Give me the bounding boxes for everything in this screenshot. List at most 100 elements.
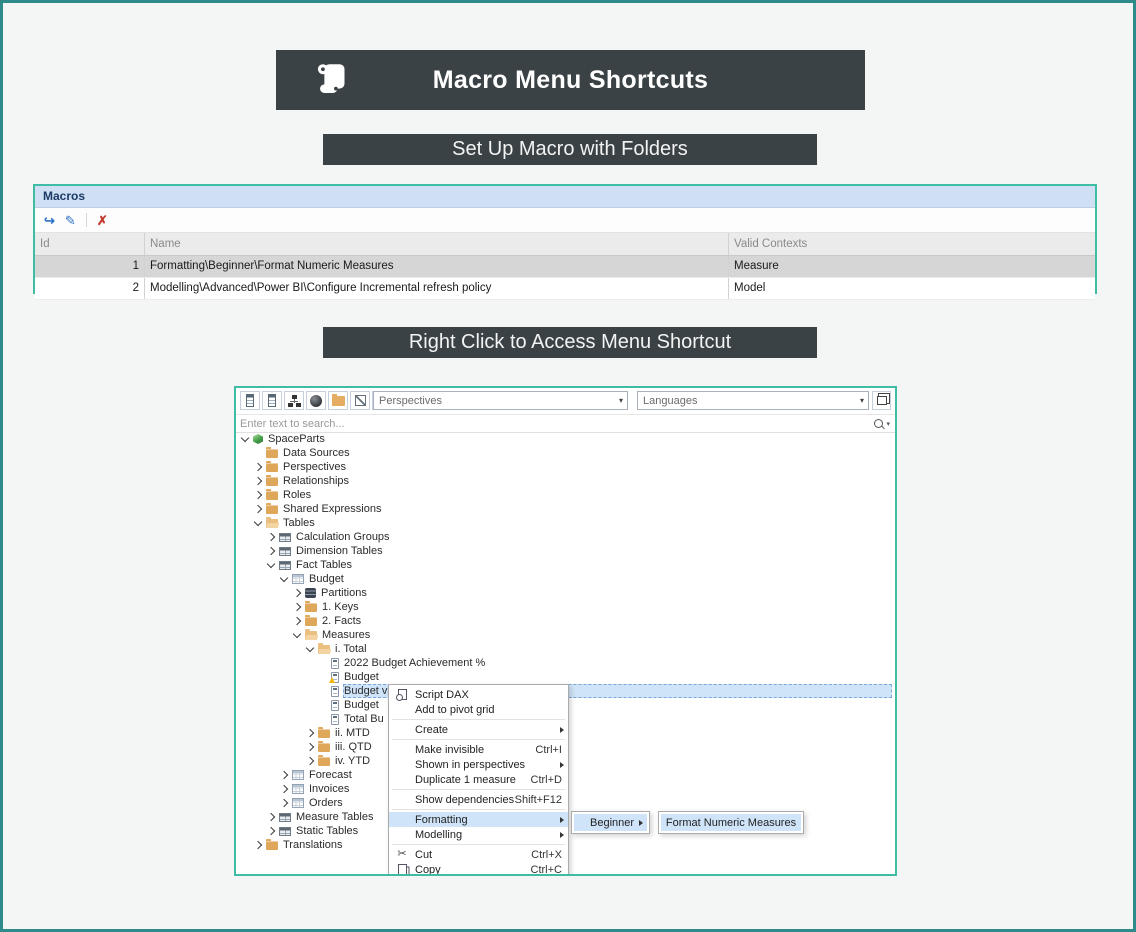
menu-item-copy[interactable]: CopyCtrl+C: [389, 862, 568, 876]
tree-item[interactable]: Partitions: [236, 586, 895, 600]
tree-item[interactable]: Relationships: [236, 474, 895, 488]
chevron-right-icon[interactable]: [254, 463, 262, 471]
tree-item[interactable]: Calculation Groups: [236, 530, 895, 544]
tree-item[interactable]: SpaceParts: [236, 432, 895, 446]
tree-item[interactable]: Perspectives: [236, 460, 895, 474]
chevron-down-icon[interactable]: [267, 560, 275, 568]
grid-icon: [292, 770, 304, 780]
refresh-icon[interactable]: ↪: [44, 214, 55, 227]
macros-panel-title: Macros: [35, 186, 1095, 208]
menu-item-create[interactable]: Create: [389, 722, 568, 737]
perspectives-dropdown[interactable]: Perspectives ▾: [373, 391, 628, 410]
tree-item[interactable]: Data Sources: [236, 446, 895, 460]
chevron-right-icon[interactable]: [254, 505, 262, 513]
chevron-right-icon[interactable]: [293, 617, 301, 625]
chevron-right-icon[interactable]: [306, 729, 314, 737]
tree-item-label: Budget: [309, 573, 344, 585]
menu-item-format-numeric-measures[interactable]: Format Numeric Measures: [661, 814, 801, 831]
macros-grid-body: 1Formatting\Beginner\Format Numeric Meas…: [35, 256, 1095, 300]
chevron-right-icon[interactable]: [254, 491, 262, 499]
tree-item[interactable]: Measures: [236, 628, 895, 642]
menu-icon-gutter: [389, 689, 415, 700]
menu-item-beginner[interactable]: Beginner: [574, 814, 647, 831]
chevron-down-icon[interactable]: [280, 574, 288, 582]
menu-item-label: Make invisible: [415, 744, 535, 756]
measure-icon: [331, 672, 339, 683]
chevron-right-icon[interactable]: [267, 827, 275, 835]
tree-item[interactable]: Roles: [236, 488, 895, 502]
column-header-valid-contexts[interactable]: Valid Contexts: [729, 233, 1095, 255]
chevron-right-icon[interactable]: [280, 799, 288, 807]
chevron-down-icon[interactable]: [241, 434, 249, 442]
toolbar-toggle-partitions-filter-icon[interactable]: [306, 391, 326, 410]
chevron-right-icon[interactable]: [280, 785, 288, 793]
toolbar-toggle-hierarchies-filter-icon[interactable]: [284, 391, 304, 410]
macro-row[interactable]: 1Formatting\Beginner\Format Numeric Meas…: [35, 256, 1095, 278]
tree-item[interactable]: i. Total: [236, 642, 895, 656]
chevron-right-icon[interactable]: [306, 757, 314, 765]
chevron-right-icon[interactable]: [267, 547, 275, 555]
menu-item-make-invisible[interactable]: Make invisibleCtrl+I: [389, 742, 568, 757]
toolbar-toggle-folders-filter-icon[interactable]: [328, 391, 348, 410]
menu-item-shown-in-perspectives[interactable]: Shown in perspectives: [389, 757, 568, 772]
menu-item-modelling[interactable]: Modelling: [389, 827, 568, 842]
tree-item[interactable]: Fact Tables: [236, 558, 895, 572]
macro-row[interactable]: 2Modelling\Advanced\Power BI\Configure I…: [35, 278, 1095, 300]
chevron-down-icon[interactable]: [306, 644, 314, 652]
menu-item-show-dependencies[interactable]: Show dependenciesShift+F12: [389, 792, 568, 807]
search-icon[interactable]: [874, 419, 883, 428]
chevron-right-icon[interactable]: [306, 743, 314, 751]
menu-item-duplicate-1-measure[interactable]: Duplicate 1 measureCtrl+D: [389, 772, 568, 787]
menu-item-cut[interactable]: ✂CutCtrl+X: [389, 847, 568, 862]
tree-item-label: Invoices: [309, 783, 349, 795]
chevron-right-icon[interactable]: [280, 771, 288, 779]
menu-item-add-to-pivot-grid[interactable]: Add to pivot grid: [389, 702, 568, 717]
chevron-right-icon[interactable]: [267, 813, 275, 821]
chevron-down-icon[interactable]: [254, 518, 262, 526]
tree-item[interactable]: Budget: [236, 670, 895, 684]
search-input[interactable]: [236, 418, 874, 430]
chevron-right-icon[interactable]: [293, 589, 301, 597]
tree-item[interactable]: 1. Keys: [236, 600, 895, 614]
tree-item[interactable]: Budget: [236, 572, 895, 586]
tree-item-row: Budget: [308, 572, 892, 586]
column-header-id[interactable]: Id: [35, 233, 145, 255]
tree-item[interactable]: Dimension Tables: [236, 544, 895, 558]
folder-icon: [266, 505, 278, 514]
menu-item-label: Script DAX: [415, 689, 568, 701]
chevron-right-icon[interactable]: [267, 533, 275, 541]
chevron-right-icon[interactable]: [254, 477, 262, 485]
chevron-right-icon[interactable]: [254, 841, 262, 849]
menu-item-script-dax[interactable]: Script DAX: [389, 687, 568, 702]
folder-open-icon: [318, 645, 330, 654]
edit-icon[interactable]: ✎: [65, 214, 76, 227]
toolbar-toggle-hidden-objects-filter-icon[interactable]: [350, 391, 370, 410]
folder-icon: [305, 603, 317, 612]
table2-icon: [279, 813, 291, 822]
toolbar-toggle-columns-filter-icon[interactable]: [262, 391, 282, 410]
search-options-arrow-icon[interactable]: ▾: [886, 420, 890, 428]
tree-item[interactable]: Shared Expressions: [236, 502, 895, 516]
chevron-down-icon[interactable]: [293, 630, 301, 638]
properties-window-button[interactable]: [872, 391, 891, 410]
tree-item-row: Budget: [343, 670, 892, 684]
folder-icon: [266, 841, 278, 850]
tree-item[interactable]: Tables: [236, 516, 895, 530]
delete-icon[interactable]: ✗: [97, 214, 108, 227]
menu-item-formatting[interactable]: Formatting: [389, 812, 568, 827]
languages-dropdown-label: Languages: [643, 395, 697, 407]
languages-dropdown[interactable]: Languages ▾: [637, 391, 869, 410]
tree-item-label: SpaceParts: [268, 433, 325, 445]
context-menu: Script DAXAdd to pivot grid Create Make in…: [388, 684, 569, 876]
tree-item-row: Tables: [282, 516, 892, 530]
tree-item-label: 2. Facts: [322, 615, 361, 627]
chevron-right-icon[interactable]: [293, 603, 301, 611]
column-header-name[interactable]: Name: [145, 233, 729, 255]
search-bar: ▾: [236, 415, 895, 433]
tree-item[interactable]: 2. Facts: [236, 614, 895, 628]
submenu-arrow-icon: [560, 832, 564, 838]
tree-item[interactable]: 2022 Budget Achievement %: [236, 656, 895, 670]
table2-icon: [279, 827, 291, 836]
toolbar-toggle-measures-filter-icon[interactable]: [240, 391, 260, 410]
menu-item-label: Copy: [415, 864, 531, 876]
